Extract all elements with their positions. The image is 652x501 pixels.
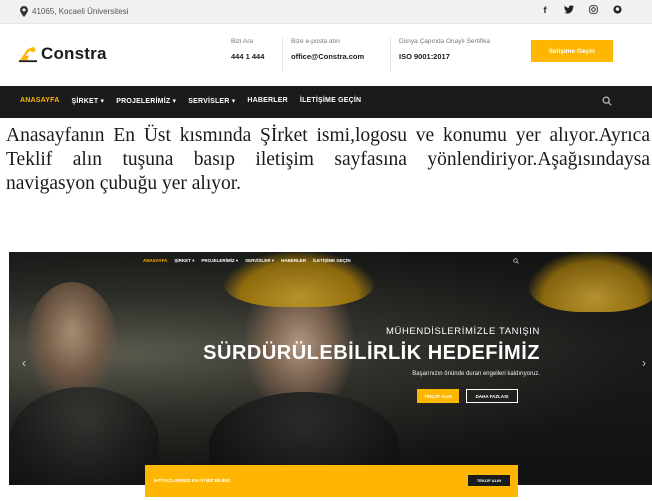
description-paragraph: Anasayfanın En Üst kısmında Şİrket ismi,… [6,125,650,194]
phone-label: Bizi Ara [231,38,254,45]
certificate-value: ISO 9001:2017 [399,52,450,61]
nav-item-projects[interactable]: PROJELERİMİZ ▾ [116,97,176,105]
email-label: Bize e-posta atın [291,38,340,45]
hero-nav-item-contact[interactable]: İLETİŞİME GEÇİN [313,258,351,264]
main-navigation: ANASAYFA ŞİRKET ▾ PROJELERİMİZ ▾ SERVİSL… [0,86,652,118]
hero-nav-item-services[interactable]: SERVİSLER ▾ [245,258,274,264]
site-logo[interactable]: Constra [18,44,107,64]
instagram-icon[interactable] [588,5,598,16]
logo-text: Constra [41,44,107,63]
location-text: 41065, Kocaeli Üniversitesi [32,7,129,16]
hero-navigation: ANASAYFA ŞİRKET ▾ PROJELERİMİZ ▾ SERVİSL… [9,252,652,274]
facebook-icon[interactable]: f [540,5,550,16]
quote-banner-text: İHTİYAÇLARINIZI EN İYİ BİZ BİLİRİZ [154,478,231,483]
hero-nav-item-company[interactable]: ŞİRKET ▾ [174,258,194,264]
hero-nav-item-projects[interactable]: PROJELERİMİZ ▾ [201,258,238,264]
certificate-info: Dünya Çapında Onaylı Sertifika ISO 9001:… [390,38,490,72]
read-more-button[interactable]: DAHA FAZLASI [466,389,518,403]
hero-dark-overlay [9,252,652,485]
nav-item-news[interactable]: HABERLER [247,97,288,105]
twitter-icon[interactable] [564,5,574,16]
get-quote-button[interactable]: TEKLİF ALIN [417,389,459,403]
hero-subtitle: MÜHENDİSLERİMİZLE TANIŞIN [385,326,540,337]
nav-item-services[interactable]: SERVİSLER ▾ [188,97,235,105]
hero-slider: ANASAYFA ŞİRKET ▾ PROJELERİMİZ ▾ SERVİSL… [9,252,652,485]
slider-prev-arrow[interactable]: ‹ [22,356,26,370]
hero-nav-item-news[interactable]: HABERLER [281,258,306,264]
contact-us-button[interactable]: İletişime Geçin [531,40,613,62]
excavator-logo-icon [19,46,37,63]
quote-banner-button[interactable]: TEKLİF ALIN [468,475,510,486]
certificate-label: Dünya Çapında Onaylı Sertifika [399,38,491,45]
hero-title: SÜRDÜRÜLEBİLİRLİK HEDEFİMİZ [203,342,540,364]
email-address[interactable]: office@Constra.com [291,52,364,61]
hero-search-icon[interactable] [513,258,519,264]
search-icon[interactable] [602,96,612,106]
slider-next-arrow[interactable]: › [642,356,646,370]
location-pin-icon [20,6,28,17]
phone-number[interactable]: 444 1 444 [231,52,264,61]
hero-description: Başarınızın önünde duran engelleri kaldı… [412,371,540,377]
location: 41065, Kocaeli Üniversitesi [20,6,129,17]
hero-nav-item-home[interactable]: ANASAYFA [143,258,167,264]
github-icon[interactable] [612,5,622,16]
social-links: f [540,5,622,16]
phone-info: Bizi Ara 444 1 444 [231,38,264,61]
email-info: Bize e-posta atın office@Constra.com [282,38,364,72]
top-info-bar: 41065, Kocaeli Üniversitesi f [0,0,652,24]
quote-banner: İHTİYAÇLARINIZI EN İYİ BİZ BİLİRİZ TEKLİ… [145,465,518,497]
nav-item-home[interactable]: ANASAYFA [20,97,59,105]
nav-item-contact[interactable]: İLETİŞİME GEÇİN [300,97,361,105]
nav-item-company[interactable]: ŞİRKET ▾ [71,97,104,105]
